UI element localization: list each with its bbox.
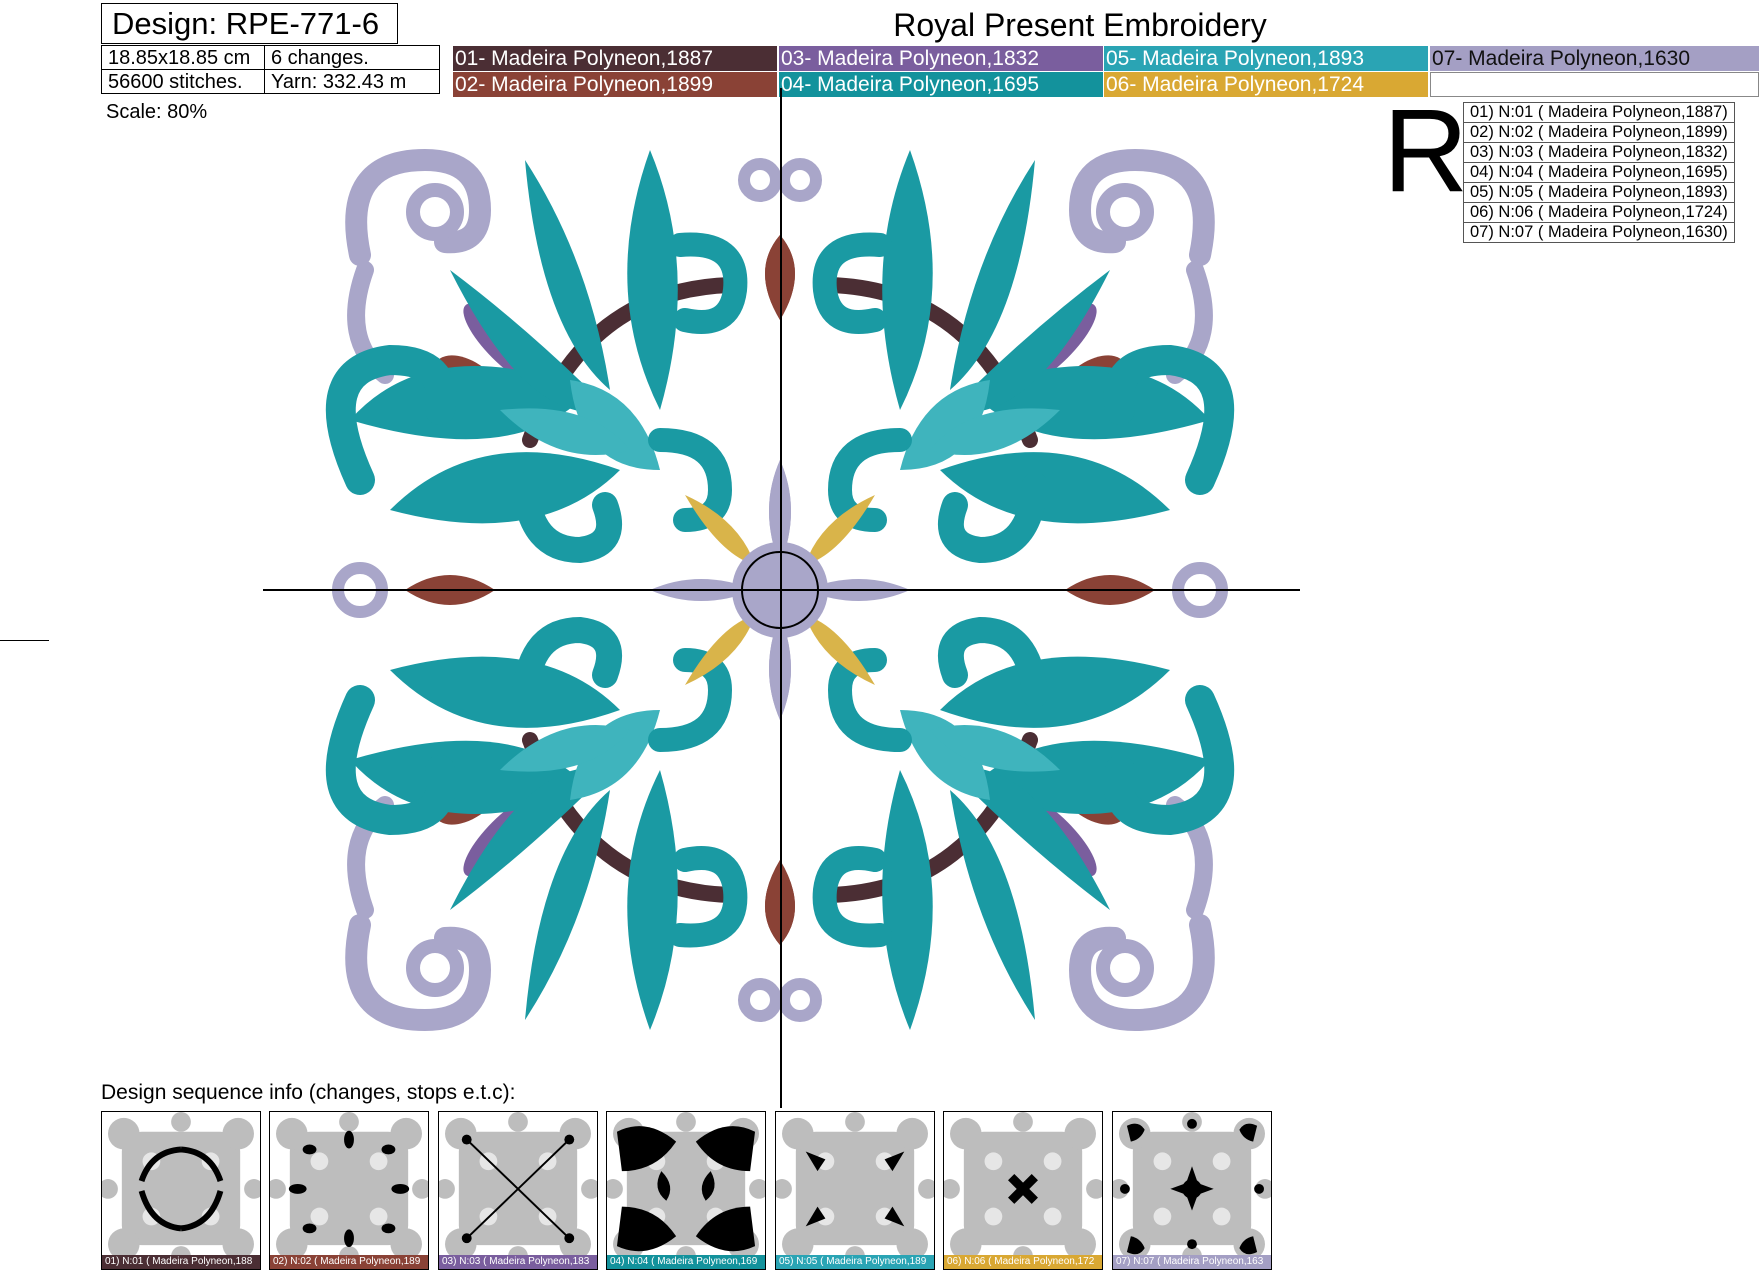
thumbnail-image — [439, 1112, 597, 1255]
design-info-table: 18.85x18.85 cm 6 changes. 56600 stitches… — [101, 45, 440, 94]
color-changes: 6 changes. — [264, 45, 440, 70]
center-crosshair-horizontal — [263, 589, 1300, 591]
thumbnail-caption: 03) N:03 ( Madeira Polyneon,183 — [439, 1255, 597, 1269]
design-id-label: Design: RPE-771-6 — [101, 3, 398, 44]
thumbnail-image — [1113, 1112, 1271, 1255]
palette-swatch-03: 03- Madeira Polyneon,1832 — [779, 46, 1103, 71]
palette-swatch-04: 04- Madeira Polyneon,1695 — [779, 72, 1103, 97]
legend-item: 05) N:05 ( Madeira Polyneon,1893) — [1463, 182, 1735, 203]
thumbnail-caption: 06) N:06 ( Madeira Polyneon,172 — [944, 1255, 1102, 1269]
palette-swatch-06: 06- Madeira Polyneon,1724 — [1104, 72, 1428, 97]
thumbnail-image — [607, 1112, 765, 1255]
sequence-thumbnail-6: 06) N:06 ( Madeira Polyneon,172 — [943, 1111, 1103, 1270]
legend-item: 03) N:03 ( Madeira Polyneon,1832) — [1463, 142, 1735, 163]
thumbnail-image — [102, 1112, 260, 1255]
legend-item: 07) N:07 ( Madeira Polyneon,1630) — [1463, 222, 1735, 243]
legend-item: 04) N:04 ( Madeira Polyneon,1695) — [1463, 162, 1735, 183]
thumbnail-caption: 01) N:01 ( Madeira Polyneon,188 — [102, 1255, 260, 1269]
sequence-thumbnail-3: 03) N:03 ( Madeira Polyneon,183 — [438, 1111, 598, 1270]
sequence-thumbnail-4: 04) N:04 ( Madeira Polyneon,169 — [606, 1111, 766, 1270]
sequence-thumbnail-1: 01) N:01 ( Madeira Polyneon,188 — [101, 1111, 261, 1270]
sequence-thumbnail-5: 05) N:05 ( Madeira Polyneon,189 — [775, 1111, 935, 1270]
legend-item: 02) N:02 ( Madeira Polyneon,1899) — [1463, 122, 1735, 143]
thumbnail-caption: 05) N:05 ( Madeira Polyneon,189 — [776, 1255, 934, 1269]
edge-tick-mark — [0, 640, 49, 641]
scale-label: Scale: 80% — [106, 101, 208, 123]
center-crosshair-vertical — [780, 88, 782, 1108]
stitch-count: 56600 stitches. — [101, 69, 265, 94]
thread-legend: 01) N:01 ( Madeira Polyneon,1887) 02) N:… — [1463, 102, 1735, 243]
sequence-title: Design sequence info (changes, stops e.t… — [101, 1081, 516, 1104]
sequence-thumbnail-7: 07) N:07 ( Madeira Polyneon,163 — [1112, 1111, 1272, 1270]
legend-item: 06) N:06 ( Madeira Polyneon,1724) — [1463, 202, 1735, 223]
thumbnail-image — [776, 1112, 934, 1255]
thumbnail-image — [944, 1112, 1102, 1255]
palette-swatch-05: 05- Madeira Polyneon,1893 — [1104, 46, 1428, 71]
palette-swatch-01: 01- Madeira Polyneon,1887 — [453, 46, 777, 71]
thumbnail-caption: 07) N:07 ( Madeira Polyneon,163 — [1113, 1255, 1271, 1269]
thumbnail-caption: 02) N:02 ( Madeira Polyneon,189 — [270, 1255, 428, 1269]
page-title: Royal Present Embroidery — [893, 7, 1267, 43]
palette-swatch-07: 07- Madeira Polyneon,1630 — [1430, 46, 1759, 71]
yarn-length: Yarn: 332.43 m — [264, 69, 440, 94]
thumbnail-caption: 04) N:04 ( Madeira Polyneon,169 — [607, 1255, 765, 1269]
palette-swatch-02: 02- Madeira Polyneon,1899 — [453, 72, 777, 97]
design-size: 18.85x18.85 cm — [101, 45, 265, 70]
rotation-letter: R — [1383, 85, 1469, 217]
thumbnail-image — [270, 1112, 428, 1255]
sequence-thumbnail-2: 02) N:02 ( Madeira Polyneon,189 — [269, 1111, 429, 1270]
legend-item: 01) N:01 ( Madeira Polyneon,1887) — [1463, 102, 1735, 123]
palette-empty-cell — [1430, 72, 1759, 97]
